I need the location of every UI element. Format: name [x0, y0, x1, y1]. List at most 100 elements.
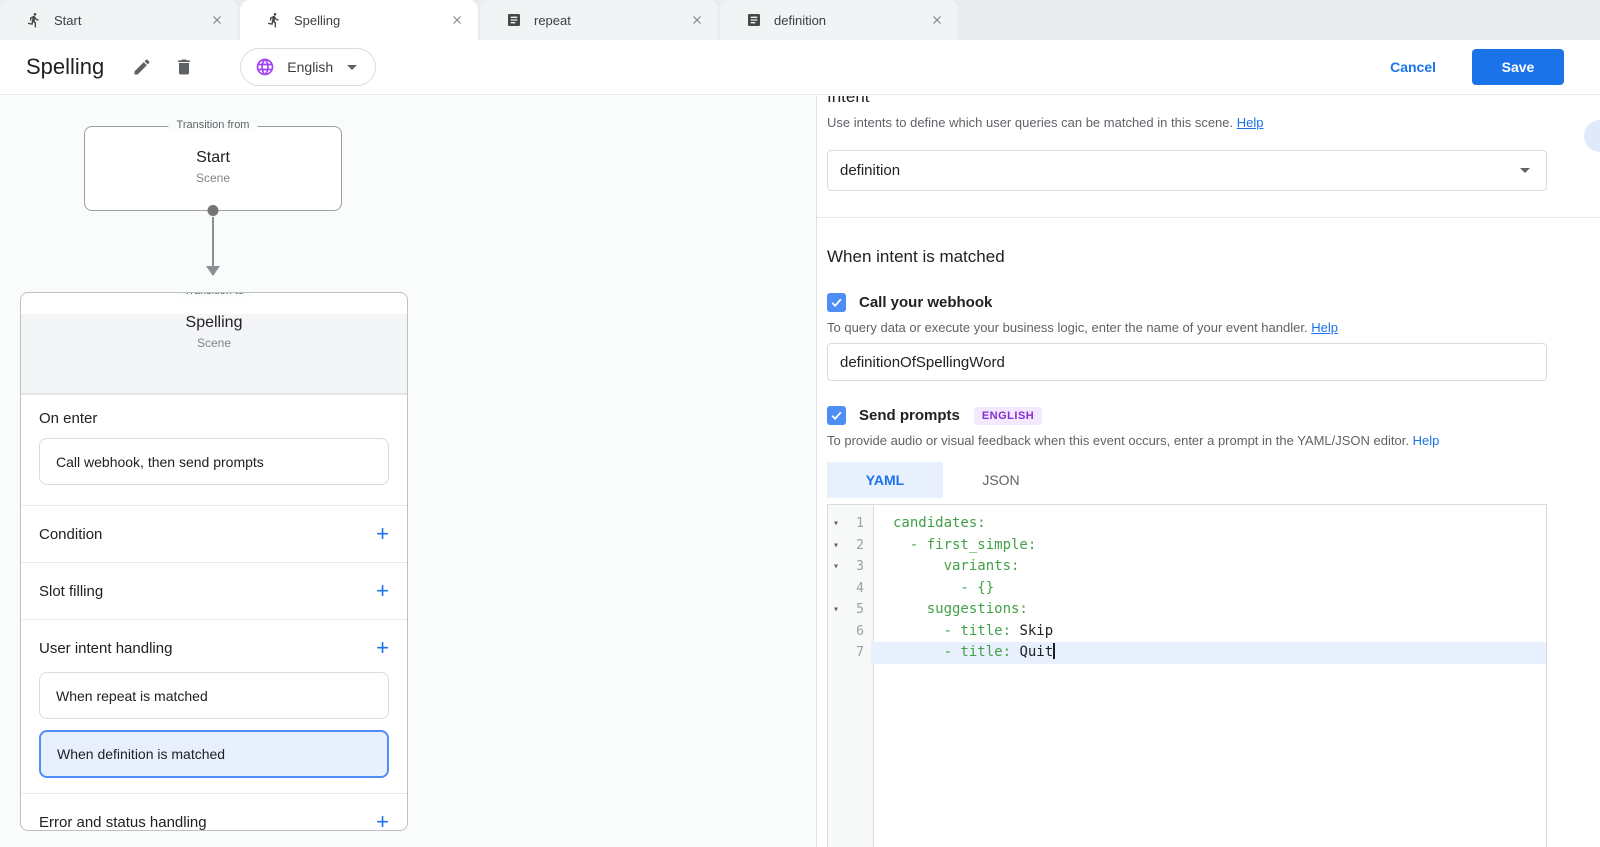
text-cursor: [1053, 643, 1055, 659]
scene-header: Spelling English Cancel Save: [0, 40, 1600, 95]
code-line[interactable]: ▾5 suggestions:: [828, 599, 1546, 621]
intent-editor-panel: Intent Use intents to define which user …: [817, 96, 1600, 847]
format-tab-json[interactable]: JSON: [943, 462, 1059, 498]
chevron-down-icon: [347, 65, 357, 70]
on-enter-handler-button[interactable]: Call webhook, then send prompts: [39, 438, 389, 485]
code-text: - title: Skip: [871, 621, 1546, 643]
code-line[interactable]: 6 - title: Skip: [828, 621, 1546, 643]
scene-card-header[interactable]: Spelling Scene: [21, 314, 407, 394]
from-scene-name: Start: [85, 149, 341, 167]
webhook-caption: To query data or execute your business l…: [827, 320, 1547, 335]
add-condition-button[interactable]: +: [376, 524, 389, 544]
condition-label: Condition: [39, 526, 102, 543]
line-number: 5: [844, 602, 868, 617]
check-icon: [830, 296, 843, 309]
slot-filling-label: Slot filling: [39, 583, 103, 600]
tab-definition[interactable]: definition: [720, 0, 958, 40]
on-enter-section: On enter Call webhook, then send prompts: [21, 394, 407, 505]
transition-from-legend: Transition from: [169, 119, 258, 131]
language-badge: ENGLISH: [974, 407, 1042, 425]
code-text: - title: Quit: [871, 642, 1546, 664]
close-icon[interactable]: [930, 13, 944, 27]
scroll-indicator[interactable]: [1584, 120, 1600, 152]
add-error-handler-button[interactable]: +: [376, 812, 389, 831]
code-text: - {}: [871, 578, 1546, 600]
format-tab-yaml[interactable]: YAML: [827, 462, 943, 498]
code-line[interactable]: ▾3 variants:: [828, 556, 1546, 578]
code-line[interactable]: 7 - title: Quit: [828, 642, 1546, 664]
to-scene-type: Scene: [21, 336, 407, 350]
code-line[interactable]: ▾2 - first_simple:: [828, 535, 1546, 557]
webhook-checkbox[interactable]: [827, 293, 846, 312]
delete-icon[interactable]: [174, 57, 194, 77]
tab-spelling[interactable]: Spelling: [240, 0, 478, 40]
fold-arrow-icon[interactable]: ▾: [828, 604, 844, 615]
intent-icon: [506, 12, 522, 28]
error-handling-section: Error and status handling +: [21, 793, 407, 831]
code-line[interactable]: 4 - {}: [828, 578, 1546, 600]
cancel-button[interactable]: Cancel: [1390, 59, 1436, 75]
transition-from-node[interactable]: Transition from Start Scene: [84, 126, 342, 211]
transition-to-card: Transition to Spelling Scene On enter Ca…: [20, 292, 408, 831]
transition-arrowhead-icon: [206, 266, 220, 276]
select-caret-icon: [1520, 168, 1530, 173]
tab-start[interactable]: Start: [0, 0, 238, 40]
fold-arrow-icon[interactable]: ▾: [828, 540, 844, 551]
tab-strip: Start Spelling repeat definition: [0, 0, 1600, 40]
on-enter-label: On enter: [39, 410, 389, 427]
prompts-checkbox-row: Send prompts ENGLISH: [827, 406, 1547, 425]
language-selector[interactable]: English: [240, 48, 376, 86]
intent-help-link[interactable]: Help: [1237, 115, 1264, 130]
fold-arrow-icon[interactable]: ▾: [828, 518, 844, 529]
code-text: candidates:: [871, 513, 1546, 535]
save-button[interactable]: Save: [1472, 49, 1564, 85]
line-number: 2: [844, 538, 868, 553]
tab-label: Start: [54, 13, 210, 28]
code-line[interactable]: ▾1candidates:: [828, 513, 1546, 535]
prompts-checkbox[interactable]: [827, 406, 846, 425]
connector-dot: [208, 205, 219, 216]
scene-icon: [26, 12, 42, 28]
scene-diagram-canvas: Transition from Start Scene Transition t…: [0, 96, 816, 847]
condition-section: Condition +: [21, 505, 407, 562]
line-number: 7: [844, 645, 868, 660]
intent-select-value: definition: [840, 162, 1520, 179]
intent-heading: Intent: [827, 96, 1547, 107]
tab-repeat[interactable]: repeat: [480, 0, 718, 40]
tab-label: Spelling: [294, 13, 450, 28]
user-intent-label: User intent handling: [39, 640, 172, 657]
prompts-label: Send prompts: [859, 407, 960, 424]
add-intent-handler-button[interactable]: +: [376, 638, 389, 658]
language-label: English: [287, 59, 333, 75]
yaml-editor[interactable]: ▾1candidates:▾2 - first_simple:▾3 varian…: [827, 504, 1547, 847]
intent-caption-text: Use intents to define which user queries…: [827, 115, 1233, 130]
close-icon[interactable]: [210, 13, 224, 27]
line-number: 3: [844, 559, 868, 574]
slot-filling-section: Slot filling +: [21, 562, 407, 619]
matched-heading: When intent is matched: [827, 247, 1547, 267]
intent-handler-button[interactable]: When definition is matched: [39, 730, 389, 778]
line-number: 6: [844, 624, 868, 639]
intent-handler-button[interactable]: When repeat is matched: [39, 672, 389, 719]
page-title: Spelling: [26, 54, 104, 80]
prompts-help-link[interactable]: Help: [1413, 433, 1440, 448]
code-text: - first_simple:: [871, 535, 1546, 557]
edit-icon[interactable]: [132, 57, 152, 77]
scene-icon: [266, 12, 282, 28]
section-divider: [817, 217, 1600, 218]
close-icon[interactable]: [450, 13, 464, 27]
webhook-help-link[interactable]: Help: [1311, 320, 1338, 335]
close-icon[interactable]: [690, 13, 704, 27]
add-slot-button[interactable]: +: [376, 581, 389, 601]
webhook-handler-input[interactable]: [827, 343, 1547, 381]
intent-select[interactable]: definition: [827, 150, 1547, 191]
line-number: 4: [844, 581, 868, 596]
fold-arrow-icon[interactable]: ▾: [828, 561, 844, 572]
transition-to-legend: Transition to: [176, 292, 252, 297]
globe-icon: [255, 57, 275, 77]
to-scene-name: Spelling: [21, 314, 407, 332]
tab-label: definition: [774, 13, 930, 28]
intent-caption: Use intents to define which user queries…: [827, 115, 1547, 130]
check-icon: [830, 409, 843, 422]
prompts-caption: To provide audio or visual feedback when…: [827, 433, 1547, 448]
